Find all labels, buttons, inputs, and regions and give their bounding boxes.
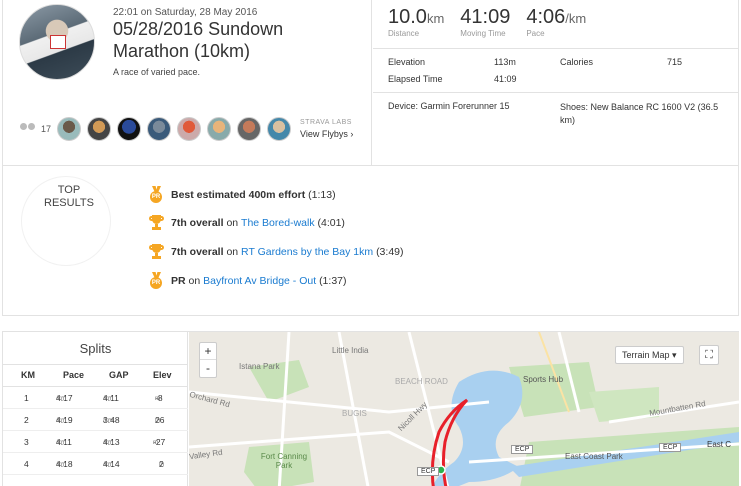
result-text: Best estimated 400m effort [171,188,306,201]
split-row: 1 4:17 /km 4:11 /km -8 m [3,388,188,409]
result-rank: 7th overall [171,245,224,258]
segment-link[interactable]: RT Gardens by the Bay 1km [241,246,373,258]
splits-header-row: KM Pace GAP Elev [3,364,188,387]
activity-date: 22:01 on Saturday, 28 May 2016 [113,7,258,18]
zoom-out-button[interactable]: - [200,360,216,377]
calories-value: 715 [667,57,683,67]
activity-card: 22:01 on Saturday, 28 May 2016 05/28/201… [2,0,739,316]
trophy-icon [148,243,165,260]
road-badge: ECP [659,443,682,452]
fullscreen-icon[interactable]: ⛶ [699,345,719,365]
stat-pace: 4:06/km Pace [526,6,586,38]
splits-title: Splits [79,341,112,356]
divider [373,92,739,93]
medal-icon: PR [148,272,165,289]
result-time: (1:37) [319,274,347,287]
top-results-title: TOP RESULTS [44,184,94,209]
medal-icon: PR [148,186,165,203]
kudos-avatar[interactable] [237,117,262,141]
kudos-avatar[interactable] [177,117,202,141]
device-info: Device: Garmin Forerunner 15 [388,101,510,111]
header-gap: GAP [109,370,129,380]
splits-map-card: Splits KM Pace GAP Elev 1 4:17 /km 4:11 … [2,331,739,486]
map-label: BEACH ROAD [395,377,448,386]
stat-moving-time: 41:09 Moving Time [460,6,510,38]
map-label: BUGIS [342,409,367,418]
kudos-avatar[interactable] [147,117,172,141]
elapsed-value: 41:09 [494,74,517,84]
segment-link[interactable]: The Bored-walk [241,217,315,229]
distance-unit: km [426,11,445,26]
distance-label: Distance [388,29,420,38]
split-row: 3 4:11 /km 4:13 /km -27 m [3,432,188,453]
moving-time-value: 41:09 [460,6,511,28]
result-time: (4:01) [317,216,345,229]
header-pace: Pace [63,370,85,380]
activity-stats: 10.0km Distance 41:09 Moving Time 4:06/k… [372,0,739,166]
split-row: 4 4:18 /km 4:14 /km 2 m [3,454,188,475]
activity-description: A race of varied pace. [113,67,201,77]
zoom-in-button[interactable]: + [200,343,216,360]
kudos-avatar[interactable] [87,117,112,141]
map-type-dropdown[interactable]: Terrain Map ▾ [615,346,684,364]
kudos-count: 17 [41,124,52,134]
kudos-avatar[interactable] [207,117,232,141]
pace-label: Pace [526,29,545,38]
road-badge: ECP [417,467,440,476]
map-label: East Coast Park [565,452,623,461]
route-map[interactable]: Little India Istana Park BEACH ROAD Spor… [189,332,739,486]
split-row: 2 4:19 /km 3:48 /km 26 m [3,410,188,431]
shoes-info[interactable]: Shoes: New Balance RC 1600 V2 (36.5 km) [560,101,730,127]
result-on: on [185,274,204,287]
divider [373,48,739,49]
trophy-icon [148,214,165,231]
kudos-icon [20,123,38,135]
result-time: (3:49) [376,245,404,258]
header-km: KM [21,370,35,380]
result-rank: 7th overall [171,216,224,229]
map-label: Little India [332,346,369,355]
kudos-avatar[interactable] [267,117,292,141]
calories-label: Calories [560,57,594,67]
kudos-bar[interactable]: 17 [20,117,297,141]
pace-value: 4:06 [526,6,566,28]
map-label: Istana Park [239,362,280,371]
top-result-item: PR PR on Bayfront Av Bridge - Out (1:37) [148,272,347,289]
result-on: on [223,245,242,258]
road-badge: ECP [511,445,534,454]
pace-unit: /km [565,11,587,26]
stat-distance: 10.0km Distance [388,6,444,38]
map-label: Sports Hub [523,375,564,384]
header-elev: Elev [153,370,172,380]
map-label: East C [707,440,732,449]
top-result-item: PR Best estimated 400m effort (1:13) [148,186,336,203]
result-rank: PR [171,274,186,287]
zoom-control: + - [199,342,217,378]
elevation-label: Elevation [388,57,426,67]
top-result-item: 7th overall on RT Gardens by the Bay 1km… [148,243,404,260]
result-on: on [223,216,242,229]
view-flybys-link[interactable]: View Flybys › [300,129,353,139]
kudos-avatar[interactable] [57,117,82,141]
flyby-section[interactable]: STRAVA LABS View Flybys › [300,119,353,139]
athlete-avatar[interactable] [19,4,95,80]
elapsed-label: Elapsed Time [388,74,443,84]
activity-title: 05/28/2016 Sundown Marathon (10km) [113,19,284,61]
map-label: Fort Canning Park [260,452,308,470]
top-result-item: 7th overall on The Bored-walk (4:01) [148,214,345,231]
result-time: (1:13) [308,188,336,201]
kudos-avatar[interactable] [117,117,142,141]
activity-summary: 22:01 on Saturday, 28 May 2016 05/28/201… [3,0,372,166]
elevation-value: 113m [494,57,516,67]
distance-value: 10.0 [388,6,427,28]
strava-labs-tag: STRAVA LABS [300,119,352,126]
segment-link[interactable]: Bayfront Av Bridge - Out [203,275,316,287]
splits-table: Splits KM Pace GAP Elev 1 4:17 /km 4:11 … [3,332,188,486]
moving-time-label: Moving Time [460,29,506,38]
